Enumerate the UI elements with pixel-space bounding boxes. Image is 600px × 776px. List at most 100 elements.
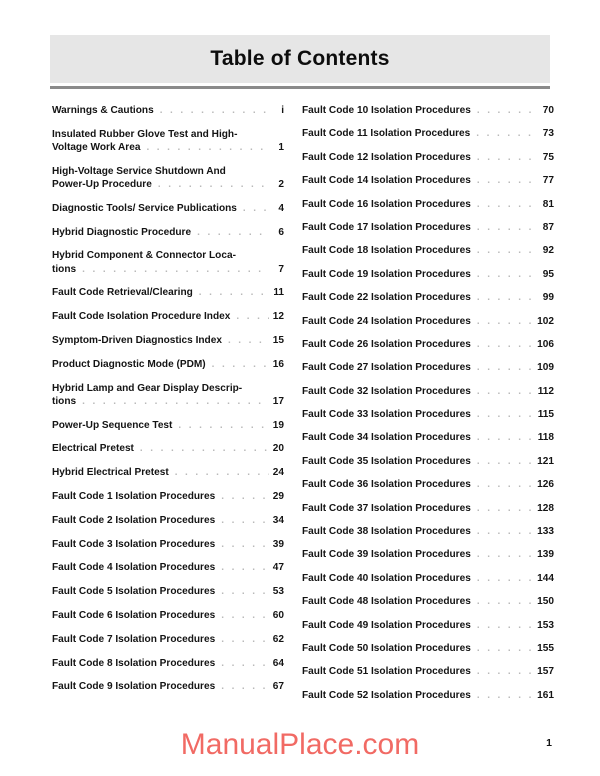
toc-entry[interactable]: Fault Code 39 Isolation Procedures . . . … — [302, 548, 554, 561]
toc-entry-title: Fault Code 49 Isolation Procedures — [302, 619, 471, 631]
toc-entry[interactable]: Fault Code 2 Isolation Procedures . . . .… — [52, 514, 284, 527]
toc-entry[interactable]: High-Voltage Service Shutdown And Power-U… — [52, 165, 284, 191]
toc-entry[interactable]: Product Diagnostic Mode (PDM) . . . . . .… — [52, 358, 284, 371]
toc-entry-title: Fault Code 36 Isolation Procedures — [302, 479, 471, 491]
toc-entry-page: 73 — [542, 128, 554, 140]
toc-entry[interactable]: Fault Code 22 Isolation Procedures . . . … — [302, 291, 554, 304]
toc-entry[interactable]: Fault Code 40 Isolation Procedures . . . … — [302, 572, 554, 585]
toc-entry[interactable]: Power-Up Sequence Test . . . . . . . . . … — [52, 419, 284, 432]
toc-entry[interactable]: Hybrid Diagnostic Procedure . . . . . . .… — [52, 226, 284, 239]
toc-entry-page: 77 — [542, 175, 554, 187]
toc-entry[interactable]: Fault Code 9 Isolation Procedures . . . .… — [52, 680, 284, 693]
toc-entry-page: 53 — [272, 586, 284, 598]
toc-entry[interactable]: Fault Code 4 Isolation Procedures . . . .… — [52, 561, 284, 574]
toc-entry-row: Fault Code 32 Isolation Procedures . . . … — [302, 385, 554, 398]
toc-entry-page: 155 — [537, 642, 554, 654]
toc-entry[interactable]: Fault Code 16 Isolation Procedures . . . … — [302, 198, 554, 211]
toc-entry[interactable]: Fault Code 10 Isolation Procedures . . . … — [302, 104, 554, 117]
toc-entry[interactable]: Fault Code 14 Isolation Procedures . . . … — [302, 174, 554, 187]
toc-entry[interactable]: Fault Code 12 Isolation Procedures . . . … — [302, 151, 554, 164]
toc-leader-dots: . . . . . . . . . . . . . . . . . . . . … — [476, 619, 535, 631]
toc-entry-title: tions — [52, 263, 77, 275]
toc-entry-title: Fault Code 22 Isolation Procedures — [302, 292, 471, 304]
toc-entry[interactable]: Fault Code 27 Isolation Procedures . . . … — [302, 361, 554, 374]
toc-entry[interactable]: Fault Code 18 Isolation Procedures . . . … — [302, 244, 554, 257]
toc-entry-title: Fault Code 11 Isolation Procedures — [302, 128, 471, 140]
toc-leader-dots: . . . . . . . . . . . . . . . . . . . . … — [146, 142, 269, 153]
toc-entry[interactable]: Fault Code 7 Isolation Procedures . . . .… — [52, 633, 284, 646]
toc-column-right: Fault Code 10 Isolation Procedures . . . … — [292, 104, 600, 712]
toc-entry[interactable]: Fault Code 37 Isolation Procedures . . . … — [302, 502, 554, 515]
toc-entry[interactable]: Fault Code 3 Isolation Procedures . . . .… — [52, 538, 284, 551]
toc-entry[interactable]: Diagnostic Tools/ Service Publications . … — [52, 202, 284, 215]
toc-entry[interactable]: Fault Code 36 Isolation Procedures . . . … — [302, 478, 554, 491]
toc-entry[interactable]: Fault Code 35 Isolation Procedures . . . … — [302, 455, 554, 468]
toc-entry[interactable]: Fault Code 6 Isolation Procedures . . . .… — [52, 609, 284, 622]
toc-entry[interactable]: Warnings & Cautions . . . . . . . . . . .… — [52, 104, 284, 117]
toc-entry-row: Fault Code 26 Isolation Procedures . . . … — [302, 338, 554, 351]
toc-leader-dots: . . . . . . . . . . . . . . . . . . . . … — [476, 338, 535, 350]
toc-leader-dots: . . . . . . . . . . . . . . . . . . . . … — [227, 334, 269, 346]
toc-leader-dots: . . . . . . . . . . . . . . . . . . . . … — [476, 198, 535, 210]
toc-leader-dots: . . . . . . . . . . . . . . . . . . . . … — [221, 586, 269, 598]
toc-entry[interactable]: Fault Code 24 Isolation Procedures . . . … — [302, 315, 554, 328]
toc-entry[interactable]: Fault Code 38 Isolation Procedures . . . … — [302, 525, 554, 538]
toc-entry[interactable]: Fault Code 8 Isolation Procedures . . . .… — [52, 657, 284, 670]
toc-entry-row: Diagnostic Tools/ Service Publications . … — [52, 202, 284, 215]
toc-entry-page: 150 — [537, 596, 554, 608]
toc-entry-row: Fault Code 24 Isolation Procedures . . . … — [302, 315, 554, 328]
toc-entry-page: 6 — [278, 226, 284, 238]
toc-entry-page: 102 — [537, 315, 554, 327]
toc-entry-page: 17 — [272, 395, 284, 407]
toc-entry-page: 95 — [542, 268, 554, 280]
toc-entry[interactable]: Fault Code Isolation Procedure Index . . … — [52, 310, 284, 323]
toc-entry[interactable]: Fault Code 50 Isolation Procedures . . . … — [302, 642, 554, 655]
toc-entry-row: Fault Code 4 Isolation Procedures . . . .… — [52, 561, 284, 574]
toc-entry-line: Hybrid Lamp and Gear Display Descrip- — [52, 382, 243, 394]
toc-leader-dots: . . . . . . . . . . . . . . . . . . . . … — [476, 432, 535, 444]
toc-entry-row: Fault Code Isolation Procedure Index . . … — [52, 310, 284, 323]
toc-entry[interactable]: Fault Code 52 Isolation Procedures . . . … — [302, 689, 554, 702]
toc-entry[interactable]: Fault Code 19 Isolation Procedures . . . … — [302, 268, 554, 281]
toc-entry-page: 39 — [272, 538, 284, 550]
toc-entry[interactable]: Insulated Rubber Glove Test and High- Vol… — [52, 128, 284, 154]
toc-entry[interactable]: Electrical Pretest . . . . . . . . . . . … — [52, 442, 284, 455]
toc-entry[interactable]: Hybrid Electrical Pretest . . . . . . . .… — [52, 466, 284, 479]
toc-entry[interactable]: Fault Code 48 Isolation Procedures . . . … — [302, 595, 554, 608]
toc-entry[interactable]: Fault Code 33 Isolation Procedures . . . … — [302, 408, 554, 421]
toc-entry-title: Fault Code 32 Isolation Procedures — [302, 385, 471, 397]
toc-entry-page: 70 — [542, 105, 554, 116]
toc-entry-page: 1 — [278, 142, 284, 153]
toc-entry-page: 60 — [272, 609, 284, 621]
toc-entry[interactable]: Symptom-Driven Diagnostics Index . . . . … — [52, 334, 284, 347]
toc-entry[interactable]: Fault Code 1 Isolation Procedures . . . .… — [52, 490, 284, 503]
toc-entry-page: 92 — [542, 245, 554, 257]
toc-entry[interactable]: Fault Code 5 Isolation Procedures . . . .… — [52, 585, 284, 598]
toc-entry[interactable]: Fault Code Retrieval/Clearing . . . . . .… — [52, 286, 284, 299]
toc-entry-title: Fault Code 34 Isolation Procedures — [302, 432, 471, 444]
toc-entry[interactable]: Fault Code 26 Isolation Procedures . . . … — [302, 338, 554, 351]
toc-entry-page: 153 — [537, 619, 554, 631]
toc-entry[interactable]: Hybrid Component & Connector Loca-tions.… — [52, 249, 284, 275]
toc-leader-dots: . . . . . . . . . . . . . . . . . . . . … — [476, 292, 535, 304]
toc-entry-page: 34 — [272, 514, 284, 526]
header-divider — [50, 86, 550, 89]
toc-entry-title: Fault Code 2 Isolation Procedures — [52, 514, 216, 526]
page-header: Table of Contents — [50, 35, 550, 89]
toc-leader-dots: . . . . . . . . . . . . . . . . . . . . … — [476, 526, 535, 538]
toc-entry-page: 64 — [272, 657, 284, 669]
toc-leader-dots: . . . . . . . . . . . . . . . . . . . . … — [221, 681, 269, 693]
toc-entry[interactable]: Fault Code 17 Isolation Procedures . . . … — [302, 221, 554, 234]
toc-entry-title: Fault Code 4 Isolation Procedures — [52, 562, 216, 574]
toc-entry[interactable]: Fault Code 34 Isolation Procedures . . . … — [302, 431, 554, 444]
toc-entry-title: Fault Code 33 Isolation Procedures — [302, 409, 471, 421]
toc-entry-row: Fault Code 40 Isolation Procedures . . . … — [302, 572, 554, 585]
toc-entry[interactable]: Fault Code 49 Isolation Procedures . . . … — [302, 619, 554, 632]
toc-entry-row: Hybrid Electrical Pretest . . . . . . . .… — [52, 466, 284, 479]
toc-entry[interactable]: Fault Code 32 Isolation Procedures . . . … — [302, 385, 554, 398]
toc-entry[interactable]: Fault Code 11 Isolation Procedures . . . … — [302, 127, 554, 140]
toc-entry-title: Fault Code 1 Isolation Procedures — [52, 490, 216, 502]
toc-entry[interactable]: Fault Code 51 Isolation Procedures . . . … — [302, 665, 554, 678]
toc-entry[interactable]: Hybrid Lamp and Gear Display Descrip-tio… — [52, 382, 284, 408]
toc-leader-dots: . . . . . . . . . . . . . . . . . . . . … — [476, 128, 535, 140]
